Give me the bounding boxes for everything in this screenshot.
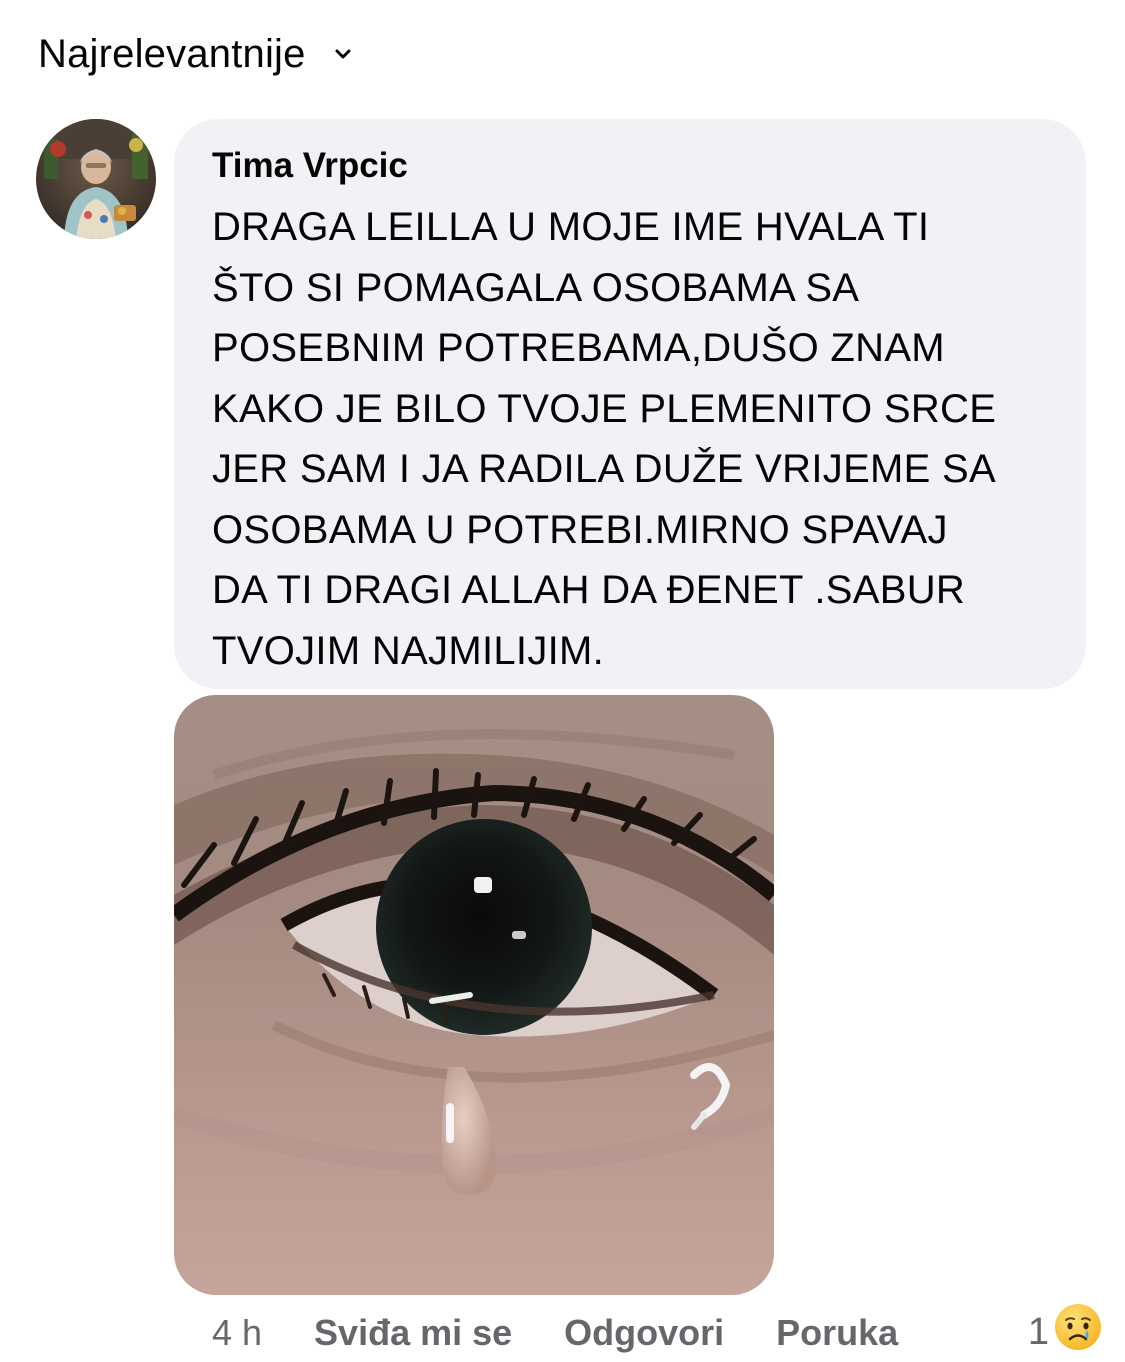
sort-label: Najrelevantnije xyxy=(38,31,306,76)
avatar[interactable] xyxy=(36,119,156,239)
sad-emoji-icon xyxy=(1053,1302,1103,1362)
like-button[interactable]: Sviđa mi se xyxy=(314,1312,512,1354)
reply-button[interactable]: Odgovori xyxy=(564,1312,724,1354)
comment-bubble: Tima Vrpcic DRAGA LEILLA U MOJE IME HVAL… xyxy=(174,119,1086,689)
comment-actions: 4 h Sviđa mi se Odgovori Poruka xyxy=(212,1306,950,1360)
comment-text: DRAGA LEILLA U MOJE IME HVALA TI ŠTO SI … xyxy=(212,205,997,673)
chevron-down-icon xyxy=(332,43,354,65)
message-button[interactable]: Poruka xyxy=(776,1312,898,1354)
reaction-count: 1 xyxy=(1027,1310,1049,1353)
sort-dropdown[interactable]: Najrelevantnije xyxy=(38,26,354,82)
comment-photo[interactable] xyxy=(174,695,774,1295)
comment-author[interactable]: Tima Vrpcic xyxy=(212,143,408,189)
comment-timestamp: 4 h xyxy=(212,1312,263,1353)
reactions-summary[interactable]: 1 xyxy=(1028,1304,1103,1360)
